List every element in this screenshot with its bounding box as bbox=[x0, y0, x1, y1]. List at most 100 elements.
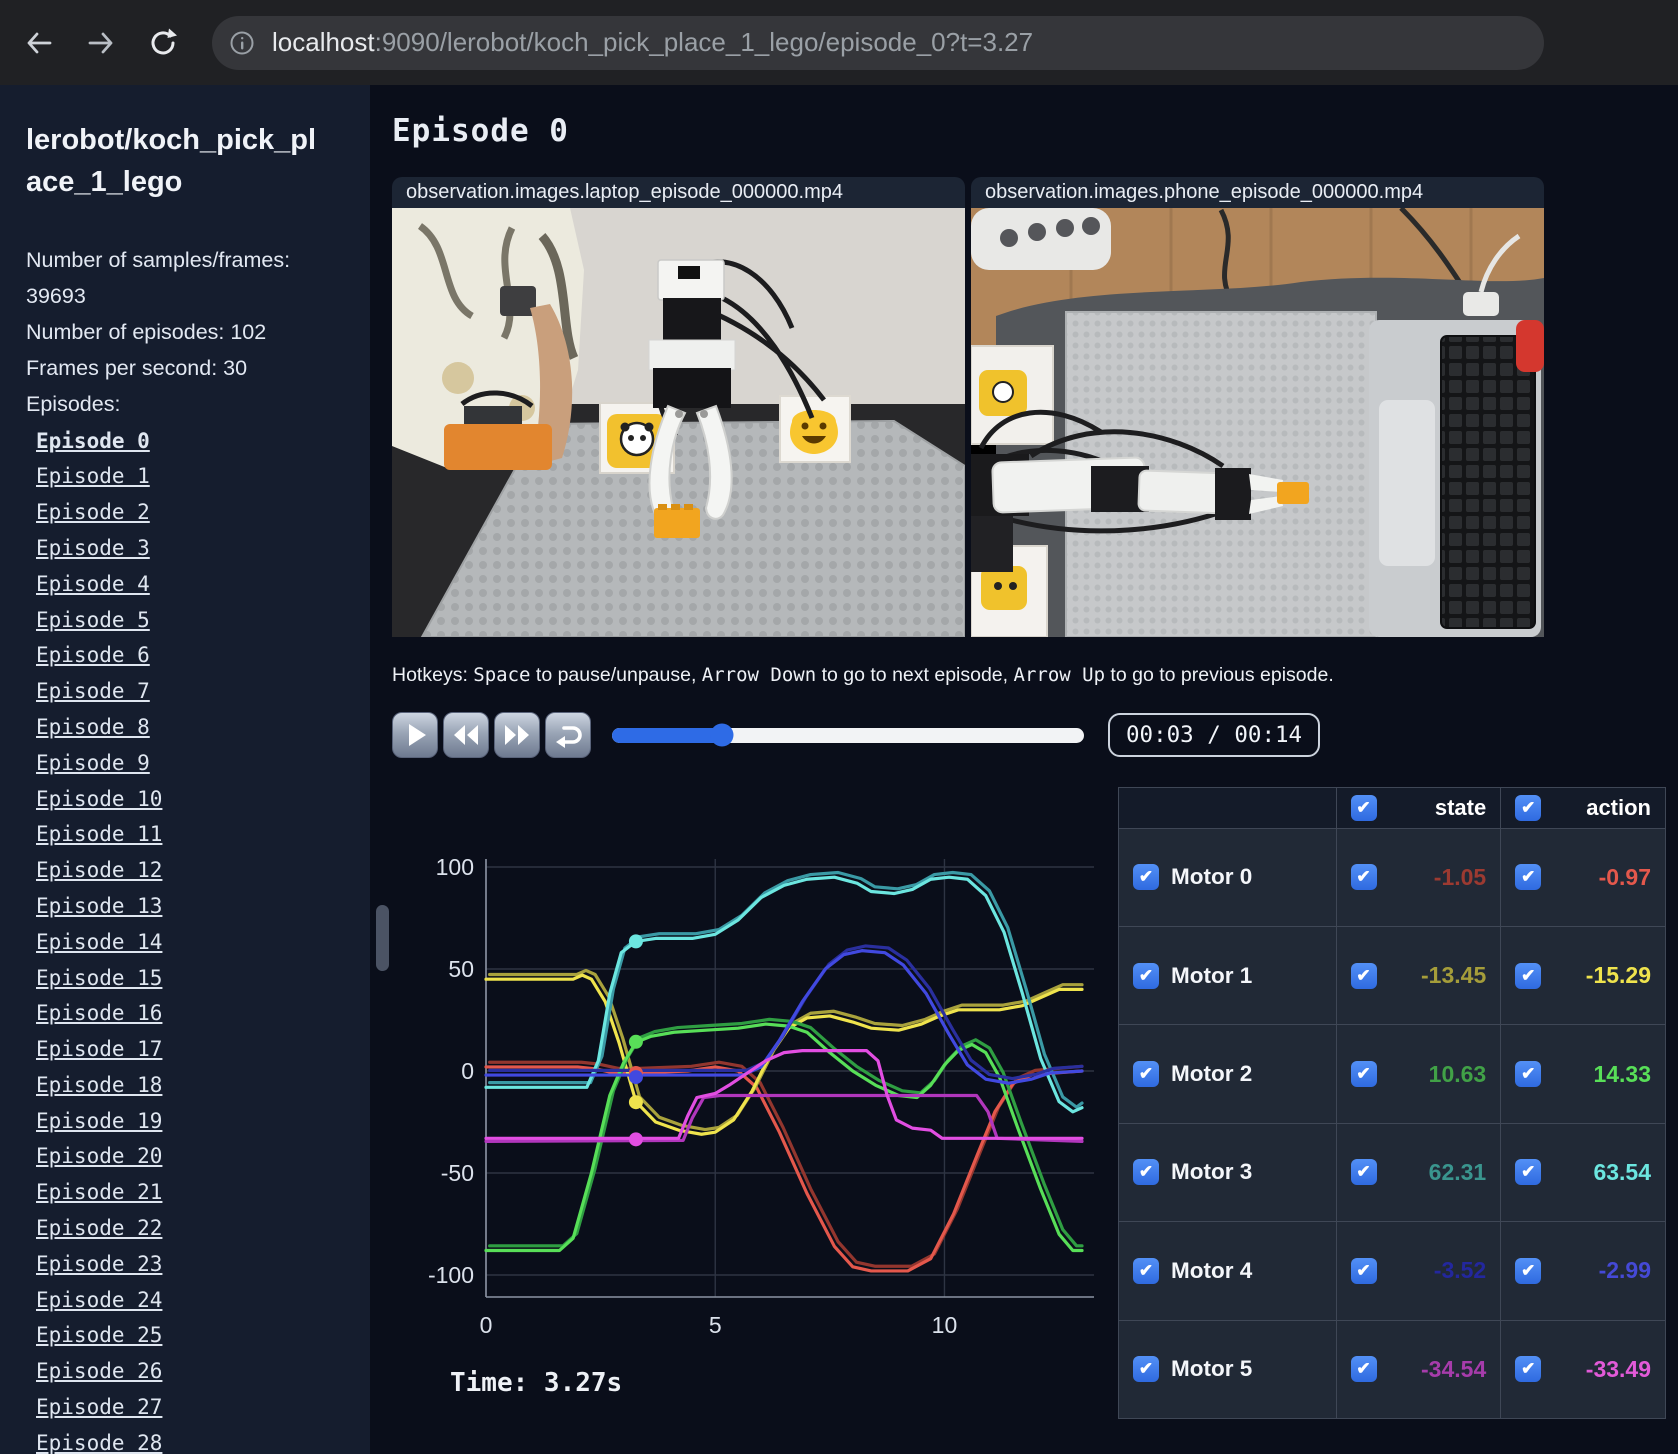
episode-link[interactable]: Episode 8 bbox=[36, 715, 150, 739]
episode-list-item: Episode 1 bbox=[26, 460, 346, 496]
action-value: -15.29 bbox=[1585, 962, 1651, 989]
episode-list-item: Episode 13 bbox=[26, 890, 346, 926]
checkbox[interactable]: ✔ bbox=[1350, 794, 1377, 821]
checkbox[interactable]: ✔ bbox=[1515, 1159, 1542, 1186]
episode-list-item: Episode 4 bbox=[26, 568, 346, 604]
episode-link[interactable]: Episode 22 bbox=[36, 1216, 162, 1240]
back-icon[interactable] bbox=[16, 20, 62, 66]
fps-info: Frames per second: 30 bbox=[26, 355, 248, 380]
scrollbar-thumb[interactable] bbox=[376, 905, 389, 971]
episode-link[interactable]: Episode 17 bbox=[36, 1037, 162, 1061]
table-row: ✔ Motor 1 ✔ -13.45 ✔ -15.29 bbox=[1118, 925, 1666, 1026]
episode-link[interactable]: Episode 9 bbox=[36, 751, 150, 775]
episode-list-item: Episode 12 bbox=[26, 854, 346, 890]
episode-link[interactable]: Episode 10 bbox=[36, 787, 162, 811]
episode-link[interactable]: Episode 12 bbox=[36, 858, 162, 882]
checkbox[interactable]: ✔ bbox=[1350, 864, 1377, 891]
seek-slider[interactable] bbox=[612, 723, 1084, 747]
rewind-button[interactable] bbox=[443, 712, 489, 758]
episode-link[interactable]: Episode 18 bbox=[36, 1073, 162, 1097]
checkbox[interactable]: ✔ bbox=[1515, 864, 1542, 891]
action-value: -2.99 bbox=[1598, 1257, 1651, 1284]
action-value: -33.49 bbox=[1585, 1355, 1651, 1382]
phone-camera-frame[interactable] bbox=[971, 208, 1544, 637]
site-info-icon[interactable] bbox=[220, 21, 264, 65]
episode-link[interactable]: Episode 3 bbox=[36, 536, 150, 560]
episode-link[interactable]: Episode 27 bbox=[36, 1395, 162, 1419]
episode-link[interactable]: Episode 7 bbox=[36, 679, 150, 703]
checkbox[interactable]: ✔ bbox=[1133, 1061, 1159, 1088]
episodes-label: Episodes: bbox=[26, 391, 121, 416]
episode-link[interactable]: Episode 6 bbox=[36, 643, 150, 667]
reload-icon[interactable] bbox=[140, 20, 186, 66]
episode-list: Episode 0 Episode 1 Episode 2 Episode 3 Epis… bbox=[26, 425, 346, 1454]
episode-link[interactable]: Episode 26 bbox=[36, 1359, 162, 1383]
episode-link[interactable]: Episode 11 bbox=[36, 822, 162, 846]
episode-list-item: Episode 20 bbox=[26, 1140, 346, 1176]
checkbox[interactable]: ✔ bbox=[1515, 794, 1542, 821]
checkbox[interactable]: ✔ bbox=[1515, 962, 1542, 989]
video-phone-cam[interactable]: observation.images.phone_episode_000000.… bbox=[971, 177, 1544, 637]
seek-slider-fill bbox=[612, 727, 723, 743]
current-time-dot bbox=[628, 1095, 643, 1110]
url-path: :9090/lerobot/koch_pick_place_1_lego/epi… bbox=[374, 27, 1034, 57]
episode-link[interactable]: Episode 15 bbox=[36, 966, 162, 990]
samples-count: Number of samples/frames: 39693 bbox=[26, 248, 291, 308]
episode-link[interactable]: Episode 1 bbox=[36, 464, 150, 488]
state-value: -3.52 bbox=[1433, 1257, 1487, 1284]
episode-link[interactable]: Episode 13 bbox=[36, 894, 162, 918]
episode-link[interactable]: Episode 2 bbox=[36, 500, 150, 524]
checkbox[interactable]: ✔ bbox=[1515, 1257, 1542, 1284]
motor-label: Motor 1 bbox=[1171, 962, 1253, 988]
fast-forward-button[interactable] bbox=[494, 712, 540, 758]
checkbox[interactable]: ✔ bbox=[1133, 1356, 1159, 1383]
loop-button[interactable] bbox=[545, 712, 591, 758]
episode-link[interactable]: Episode 24 bbox=[36, 1288, 162, 1312]
current-time-dot bbox=[628, 1070, 643, 1085]
laptop-camera-frame[interactable] bbox=[392, 208, 965, 637]
hotkeys-text: to pause/unpause, bbox=[530, 664, 702, 686]
table-row: ✔ Motor 2 ✔ 10.63 ✔ 14.33 bbox=[1118, 1024, 1666, 1124]
hotkey-arrow-down: Arrow Down bbox=[701, 664, 817, 686]
seek-slider-thumb[interactable] bbox=[710, 723, 734, 747]
episode-link[interactable]: Episode 16 bbox=[36, 1001, 162, 1025]
episode-list-item: Episode 5 bbox=[26, 604, 346, 640]
checkbox[interactable]: ✔ bbox=[1515, 1356, 1542, 1383]
checkbox[interactable]: ✔ bbox=[1350, 1159, 1377, 1186]
episode-link[interactable]: Episode 21 bbox=[36, 1180, 162, 1204]
hotkeys-prefix: Hotkeys: bbox=[392, 664, 474, 686]
episode-list-item: Episode 6 bbox=[26, 639, 346, 675]
fast-forward-icon bbox=[505, 725, 529, 745]
hotkeys-text: to go to previous episode. bbox=[1105, 664, 1334, 686]
episode-link[interactable]: Episode 28 bbox=[36, 1431, 162, 1454]
checkbox[interactable]: ✔ bbox=[1350, 1356, 1377, 1383]
episode-link[interactable]: Episode 25 bbox=[36, 1323, 162, 1347]
episode-link[interactable]: Episode 20 bbox=[36, 1144, 162, 1168]
page-title: Episode 0 bbox=[392, 113, 569, 149]
play-button[interactable] bbox=[392, 712, 438, 758]
x-tick-label: 5 bbox=[709, 1312, 722, 1338]
checkbox[interactable]: ✔ bbox=[1133, 962, 1159, 989]
checkbox[interactable]: ✔ bbox=[1133, 1257, 1159, 1284]
forward-icon[interactable] bbox=[78, 20, 124, 66]
episode-link[interactable]: Episode 19 bbox=[36, 1109, 162, 1133]
episode-list-item: Episode 7 bbox=[26, 675, 346, 711]
chart-time-label: Time: 3.27s bbox=[450, 1368, 622, 1398]
episode-link[interactable]: Episode 5 bbox=[36, 608, 150, 632]
table-row: ✔ Motor 5 ✔ -34.54 ✔ -33.49 bbox=[1118, 1319, 1666, 1420]
episode-link[interactable]: Episode 14 bbox=[36, 930, 162, 954]
checkbox[interactable]: ✔ bbox=[1133, 1159, 1159, 1186]
episode-list-item: Episode 17 bbox=[26, 1033, 346, 1069]
episode-link[interactable]: Episode 4 bbox=[36, 572, 150, 596]
episode-link[interactable]: Episode 23 bbox=[36, 1252, 162, 1276]
checkbox[interactable]: ✔ bbox=[1350, 1061, 1377, 1088]
checkbox[interactable]: ✔ bbox=[1515, 1061, 1542, 1088]
checkbox[interactable]: ✔ bbox=[1133, 864, 1159, 891]
video-laptop-cam[interactable]: observation.images.laptop_episode_000000… bbox=[392, 177, 965, 637]
checkbox[interactable]: ✔ bbox=[1350, 1257, 1377, 1284]
checkbox[interactable]: ✔ bbox=[1350, 962, 1377, 989]
url-bar[interactable]: localhost:9090/lerobot/koch_pick_place_1… bbox=[212, 15, 1544, 70]
main-content: Episode 0 observation.images.laptop_epis… bbox=[370, 85, 1678, 1454]
episode-link[interactable]: Episode 0 bbox=[36, 429, 150, 453]
episode-list-item: Episode 27 bbox=[26, 1391, 346, 1427]
